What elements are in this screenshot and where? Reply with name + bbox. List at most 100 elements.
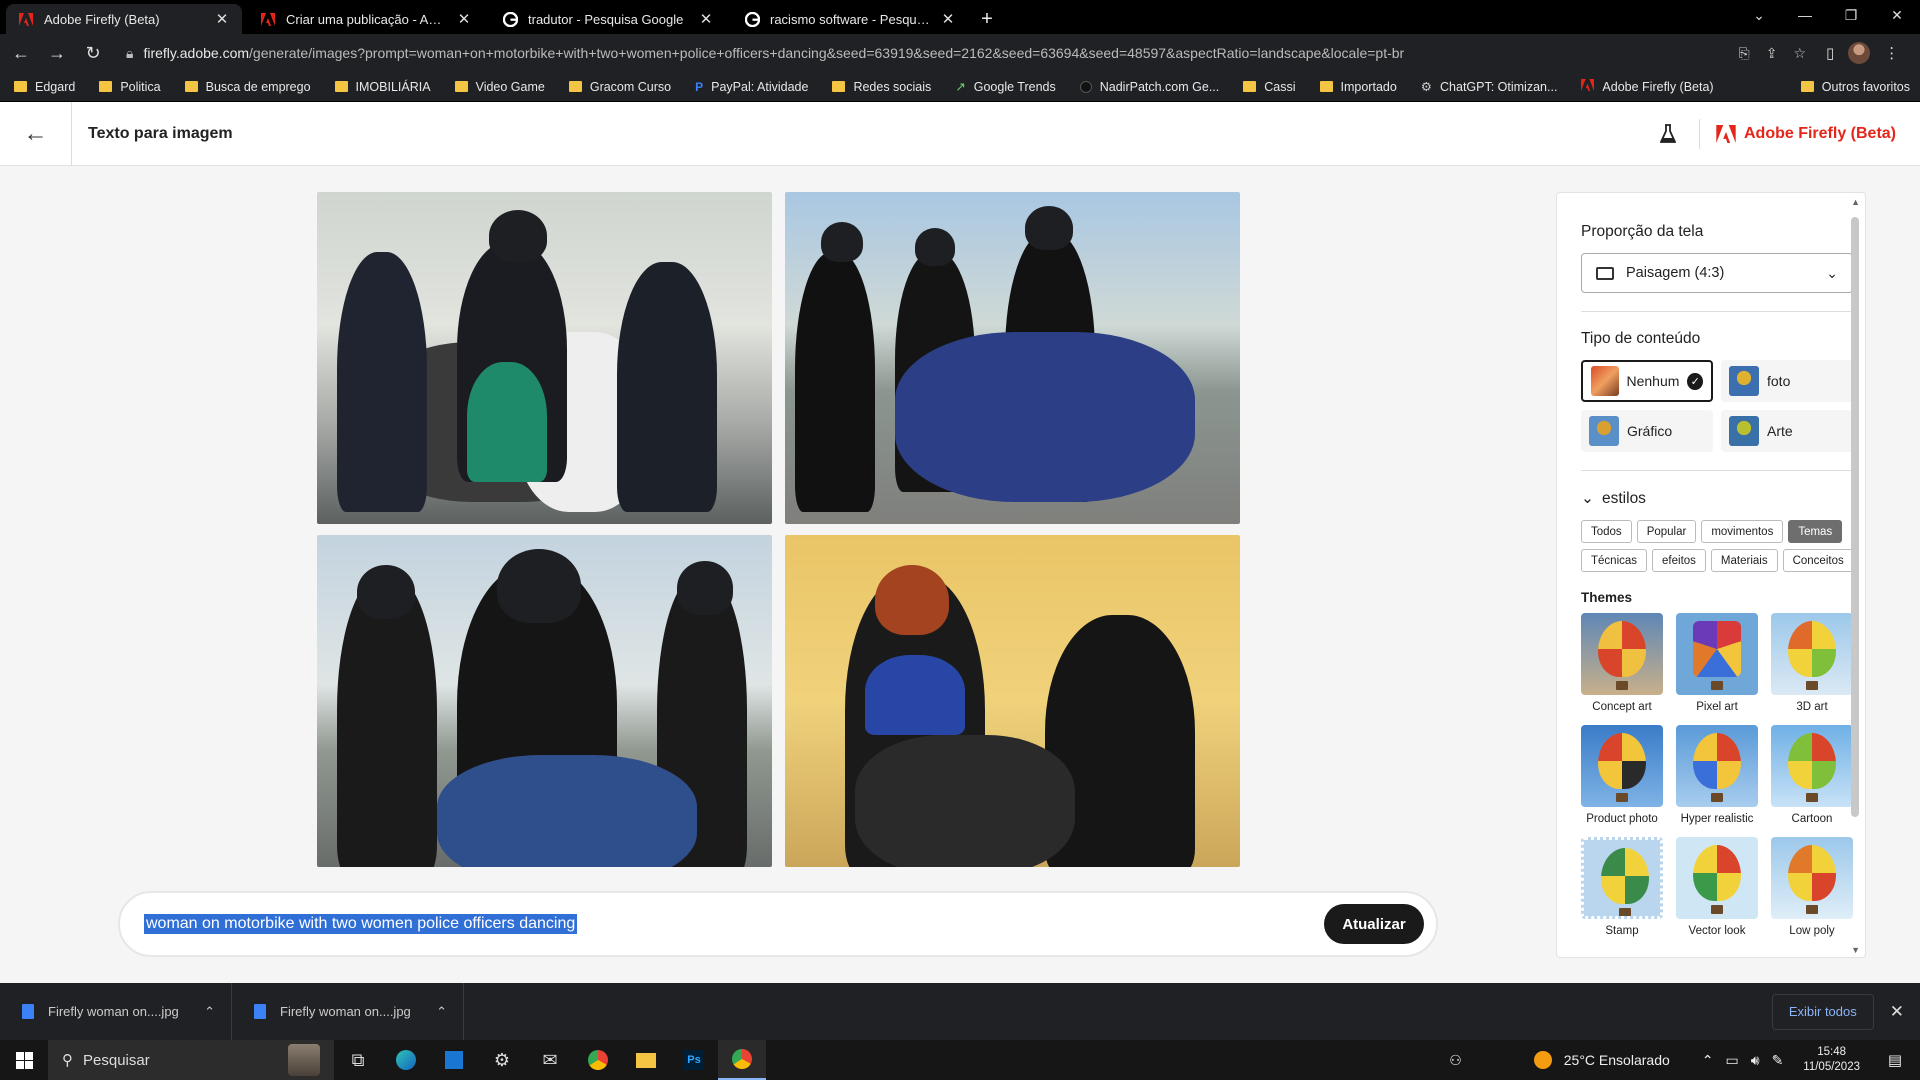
bookmark-item[interactable]: ⚙ ChatGPT: Otimizan... bbox=[1421, 79, 1558, 95]
generated-image-4[interactable] bbox=[785, 535, 1240, 867]
restore-icon[interactable]: ❐ bbox=[1828, 0, 1874, 30]
theme-product-photo[interactable]: Product photo bbox=[1581, 725, 1663, 825]
people-icon[interactable]: ⚇ bbox=[1449, 1052, 1462, 1069]
mail-icon[interactable]: ✉ bbox=[526, 1040, 574, 1080]
styles-header[interactable]: ⌄ estilos bbox=[1581, 489, 1841, 508]
bookmark-item[interactable]: P PayPal: Atividade bbox=[695, 80, 808, 94]
prompt-input[interactable]: woman on motorbike with two women police… bbox=[118, 891, 1438, 957]
aspect-ratio-select[interactable]: Paisagem (4:3) ⌄ bbox=[1581, 253, 1853, 293]
volume-icon[interactable]: 🔊︎ bbox=[1751, 1052, 1760, 1069]
chip-temas[interactable]: Temas bbox=[1788, 520, 1843, 543]
content-type-arte[interactable]: Arte bbox=[1721, 410, 1853, 452]
chip-efeitos[interactable]: efeitos bbox=[1652, 549, 1706, 572]
chip-movimentos[interactable]: movimentos bbox=[1701, 520, 1784, 543]
forward-icon[interactable]: → bbox=[42, 38, 72, 68]
bookmark-item[interactable]: Gracom Curso bbox=[568, 80, 671, 94]
content-type-nenhum[interactable]: Nenhum ✓ bbox=[1581, 360, 1713, 402]
back-arrow-icon[interactable]: ← bbox=[0, 101, 72, 166]
task-view-icon[interactable]: ⧉ bbox=[334, 1040, 382, 1080]
scroll-down-icon[interactable]: ▼ bbox=[1851, 945, 1860, 955]
pen-icon[interactable]: ✎ bbox=[1772, 1052, 1784, 1069]
chevron-up-icon[interactable]: ⌃ bbox=[436, 1004, 447, 1020]
prompt-text[interactable]: woman on motorbike with two women police… bbox=[144, 914, 578, 934]
scroll-thumb[interactable] bbox=[1851, 217, 1859, 817]
photoshop-icon[interactable]: Ps bbox=[670, 1040, 718, 1080]
theme-pixel-art[interactable]: Pixel art bbox=[1676, 613, 1758, 713]
theme-3d-art[interactable]: 3D art bbox=[1771, 613, 1853, 713]
content-type-grafico[interactable]: Gráfico bbox=[1581, 410, 1713, 452]
bookmark-item[interactable]: Politica bbox=[99, 80, 161, 94]
flask-icon[interactable] bbox=[1657, 123, 1679, 145]
reload-icon[interactable]: ↻ bbox=[78, 38, 108, 68]
chip-todos[interactable]: Todos bbox=[1581, 520, 1632, 543]
download-item[interactable]: Firefly woman on....jpg ⌃ bbox=[0, 983, 232, 1040]
bookmark-item[interactable]: Cassi bbox=[1243, 80, 1296, 94]
chip-tecnicas[interactable]: Técnicas bbox=[1581, 549, 1648, 572]
chrome-active-icon[interactable] bbox=[718, 1040, 766, 1080]
update-button[interactable]: Atualizar bbox=[1324, 904, 1424, 944]
generated-image-3[interactable] bbox=[317, 535, 772, 867]
show-all-button[interactable]: Exibir todos bbox=[1771, 993, 1874, 1030]
tab-tradutor[interactable]: tradutor - Pesquisa Google ✕ bbox=[490, 4, 726, 34]
bookmark-item[interactable]: IMOBILIÁRIA bbox=[334, 80, 431, 94]
tab-search-icon[interactable]: ⌄ bbox=[1736, 0, 1782, 30]
generated-image-1[interactable] bbox=[317, 192, 772, 524]
new-tab-button[interactable]: + bbox=[972, 4, 1002, 34]
bookmark-item[interactable]: Importado bbox=[1319, 80, 1397, 94]
taskbar-search[interactable]: ⚲ Pesquisar bbox=[48, 1040, 334, 1080]
start-button[interactable] bbox=[0, 1040, 48, 1080]
bookmark-item[interactable]: Adobe Firefly (Beta) bbox=[1581, 79, 1714, 94]
menu-icon[interactable]: ⋮ bbox=[1884, 44, 1899, 62]
share-icon[interactable]: ⇪ bbox=[1766, 45, 1778, 62]
bookmark-item[interactable]: NadirPatch.com Ge... bbox=[1079, 80, 1219, 94]
panel-scrollbar[interactable]: ▲ ▼ bbox=[1851, 197, 1863, 955]
chrome-icon[interactable] bbox=[574, 1040, 622, 1080]
theme-low-poly[interactable]: Low poly bbox=[1771, 837, 1853, 937]
close-icon[interactable]: ✕ bbox=[456, 10, 472, 28]
download-item[interactable]: Firefly woman on....jpg ⌃ bbox=[232, 983, 464, 1040]
star-icon[interactable]: ☆ bbox=[1793, 45, 1806, 62]
theme-hyper-realistic[interactable]: Hyper realistic bbox=[1676, 725, 1758, 825]
chip-popular[interactable]: Popular bbox=[1636, 520, 1697, 543]
profile-avatar[interactable] bbox=[1848, 42, 1871, 64]
notification-icon[interactable]: ▤ bbox=[1880, 1051, 1910, 1069]
close-icon[interactable]: ✕ bbox=[698, 10, 714, 28]
content-type-foto[interactable]: foto bbox=[1721, 360, 1853, 402]
theme-concept-art[interactable]: Concept art bbox=[1581, 613, 1663, 713]
side-panel-icon[interactable]: ▯ bbox=[1826, 44, 1834, 62]
clock[interactable]: 15:48 11/05/2023 bbox=[1803, 1045, 1860, 1075]
scroll-up-icon[interactable]: ▲ bbox=[1851, 197, 1860, 207]
chip-materiais[interactable]: Materiais bbox=[1710, 549, 1778, 572]
bookmark-item[interactable]: Busca de emprego bbox=[184, 80, 311, 94]
chevron-up-icon[interactable]: ⌃ bbox=[1702, 1052, 1714, 1069]
url-input[interactable]: 🔒︎ firefly.adobe.com/generate/images?pro… bbox=[116, 38, 1816, 68]
chevron-up-icon[interactable]: ⌃ bbox=[204, 1004, 215, 1020]
brand[interactable]: Adobe Firefly (Beta) bbox=[1698, 118, 1896, 149]
file-explorer-icon[interactable] bbox=[622, 1040, 670, 1080]
close-icon[interactable]: ✕ bbox=[214, 10, 230, 28]
bookmark-other-favorites[interactable]: Outros favoritos bbox=[1800, 80, 1910, 94]
close-window-icon[interactable]: ✕ bbox=[1874, 0, 1920, 30]
weather-text[interactable]: 25°C Ensolarado bbox=[1564, 1052, 1670, 1068]
edge-icon[interactable] bbox=[382, 1040, 430, 1080]
close-icon[interactable]: ✕ bbox=[1890, 1002, 1904, 1022]
bookmark-item[interactable]: Redes sociais bbox=[832, 80, 931, 94]
theme-cartoon[interactable]: Cartoon bbox=[1771, 725, 1853, 825]
network-icon[interactable]: ▭ bbox=[1726, 1052, 1739, 1069]
bookmark-item[interactable]: ↗ Google Trends bbox=[955, 79, 1055, 95]
back-icon[interactable]: ← bbox=[6, 38, 36, 68]
generated-image-2[interactable] bbox=[785, 192, 1240, 524]
chip-conceitos[interactable]: Conceitos bbox=[1782, 549, 1854, 572]
theme-stamp[interactable]: Stamp bbox=[1581, 837, 1663, 937]
translate-icon[interactable]: ⎘ bbox=[1739, 45, 1750, 62]
steam-icon[interactable]: ⚙ bbox=[478, 1040, 526, 1080]
tab-criar-publicacao[interactable]: Criar uma publicação - Adobe Su ✕ bbox=[248, 4, 484, 34]
close-icon[interactable]: ✕ bbox=[940, 10, 956, 28]
minimize-icon[interactable]: — bbox=[1782, 0, 1828, 30]
store-icon[interactable] bbox=[430, 1040, 478, 1080]
tab-racismo-software[interactable]: racismo software - Pesquisa Goo ✕ bbox=[732, 4, 968, 34]
bookmark-item[interactable]: Video Game bbox=[454, 80, 545, 94]
bookmark-item[interactable]: Edgard bbox=[14, 80, 75, 94]
theme-vector-look[interactable]: Vector look bbox=[1676, 837, 1758, 937]
tab-adobe-firefly[interactable]: Adobe Firefly (Beta) ✕ bbox=[6, 4, 242, 34]
